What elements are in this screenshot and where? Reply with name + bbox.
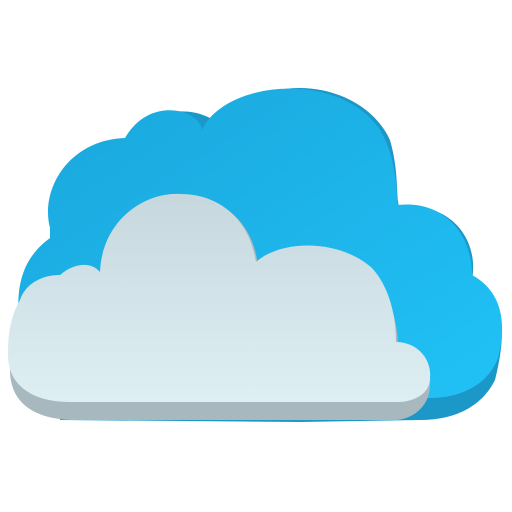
cloud-icon [8,87,503,422]
icon-canvas [0,0,512,512]
